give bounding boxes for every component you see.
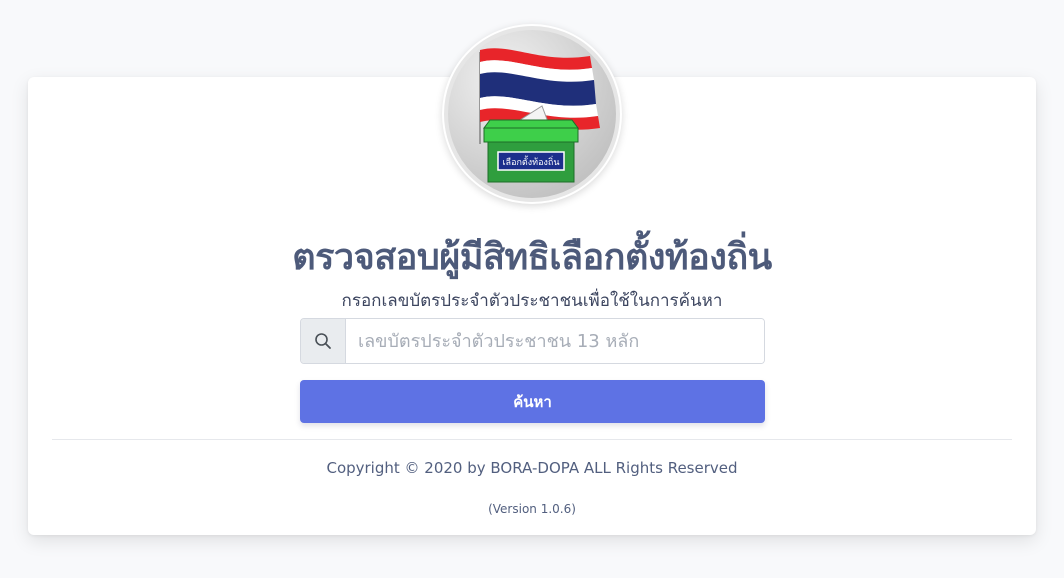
- election-logo: เลือกตั้งท้องถิ่น: [442, 24, 622, 204]
- search-button[interactable]: ค้นหา: [300, 380, 765, 423]
- copyright-text: Copyright © 2020 by BORA-DOPA ALL Rights…: [326, 459, 738, 477]
- search-icon: [301, 319, 346, 363]
- page-subtitle: กรอกเลขบัตรประจำตัวประชาชนเพื่อใช้ในการค…: [341, 291, 723, 311]
- id-card-input[interactable]: [346, 319, 764, 363]
- id-search-group: [300, 318, 765, 364]
- footer-divider: [52, 439, 1012, 440]
- ballot-flag-icon: เลือกตั้งท้องถิ่น: [444, 26, 620, 202]
- version-text: (Version 1.0.6): [488, 502, 576, 516]
- page-title: ตรวจสอบผู้มีสิทธิเลือกตั้งท้องถิ่น: [292, 237, 772, 278]
